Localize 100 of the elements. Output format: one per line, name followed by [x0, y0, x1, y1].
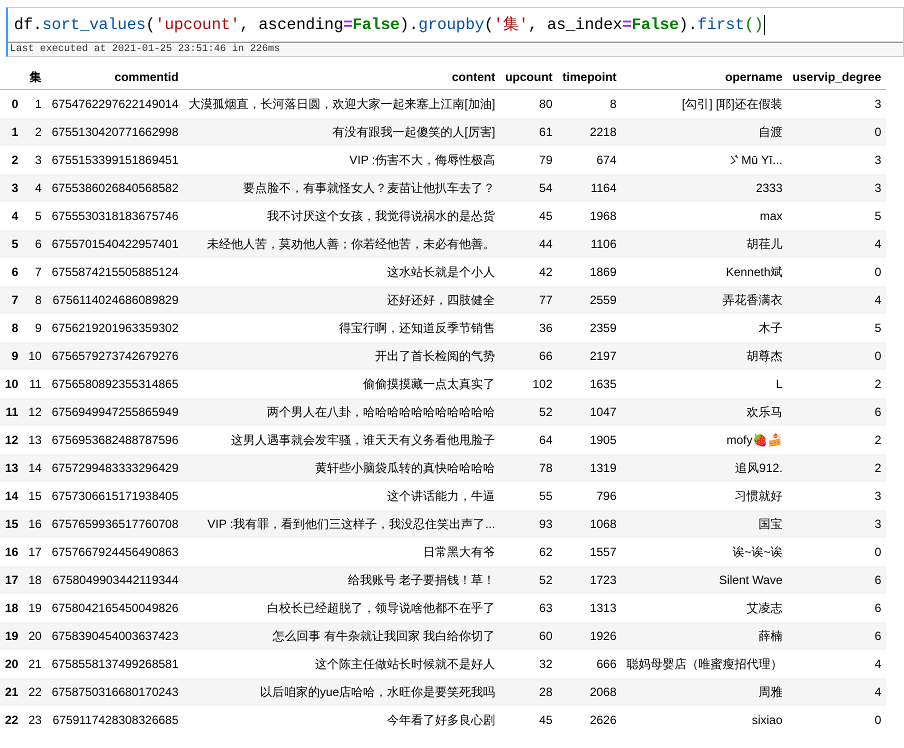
table-cell: 弄花香满衣: [622, 286, 788, 314]
code-token: sort_values: [42, 16, 146, 34]
table-cell: mofy🍓🍰: [622, 426, 788, 454]
table-cell: 3: [23, 146, 47, 174]
table-cell: 胡荏儿: [622, 230, 788, 258]
table-cell: 这男人遇事就会发牢骚，谁天天有义务看他甩脸子: [184, 426, 500, 454]
code-token: =: [343, 16, 352, 34]
table-cell: 2197: [558, 342, 622, 370]
table-cell: 45: [500, 706, 558, 734]
table-cell: 1905: [558, 426, 622, 454]
table-cell: 6755153399151869451: [46, 146, 184, 174]
execution-note: Last executed at 2021-01-25 23:51:46 in 226ms: [8, 42, 903, 56]
table-cell: 木子: [622, 314, 788, 342]
table-cell: 23: [23, 706, 47, 734]
table-cell: 796: [558, 482, 622, 510]
table-cell: 1926: [558, 622, 622, 650]
table-cell: 13: [23, 426, 47, 454]
code-token: first: [697, 16, 744, 34]
table-cell: 102: [500, 370, 558, 398]
table-cell: 6: [788, 566, 886, 594]
table-cell: 我不讨厌这个女孩，我觉得说祸水的是怂货: [184, 202, 500, 230]
row-index: 3: [0, 174, 24, 202]
table-cell: 两个男人在八卦，哈哈哈哈哈哈哈哈哈哈哈: [184, 398, 500, 426]
table-cell: 20: [23, 622, 47, 650]
table-cell: 3: [788, 90, 886, 118]
table-cell: 79: [500, 146, 558, 174]
table-cell: 3: [788, 174, 886, 202]
row-index: 13: [0, 454, 24, 482]
table-cell: 16: [23, 510, 47, 538]
table-cell: 6757659936517760708: [46, 510, 184, 538]
table-cell: 日常黑大有爷: [184, 538, 500, 566]
table-cell: 4: [788, 286, 886, 314]
code-token: df.: [14, 16, 42, 34]
table-cell: 52: [500, 566, 558, 594]
table-cell: 32: [500, 650, 558, 678]
code-token: '集': [494, 15, 528, 35]
table-cell: 11: [23, 370, 47, 398]
table-cell: 大漠孤烟直，长河落日圆，欢迎大家一起来塞上江南[加油]: [184, 90, 500, 118]
row-index: 1: [0, 118, 24, 146]
table-cell: 6757306615171938405: [46, 482, 184, 510]
table-cell: 给我账号 老子要捐钱！草！: [184, 566, 500, 594]
table-cell: 6: [788, 622, 886, 650]
table-cell: 9: [23, 314, 47, 342]
text-cursor: [764, 14, 766, 34]
table-cell: 10: [23, 342, 47, 370]
table-cell: 国宝: [622, 510, 788, 538]
table-cell: 42: [500, 258, 558, 286]
table-cell: 6758558137499268581: [46, 650, 184, 678]
table-cell: 还好还好，四肢健全: [184, 286, 500, 314]
table-cell: 怎么回事 有牛杂就让我回家 我白给你切了: [184, 622, 500, 650]
table-cell: 6758042165450049826: [46, 594, 184, 622]
table-cell: 4: [23, 174, 47, 202]
table-cell: 64: [500, 426, 558, 454]
table-cell: 674: [558, 146, 622, 174]
table-cell: 45: [500, 202, 558, 230]
table-cell: 7: [23, 258, 47, 286]
code-token: ).: [678, 16, 698, 34]
table-cell: 得宝行啊，还知道反季节销售: [184, 314, 500, 342]
table-cell: 6756219201963359302: [46, 314, 184, 342]
table-cell: 17: [23, 538, 47, 566]
row-index: 18: [0, 594, 24, 622]
table-cell: 6: [788, 398, 886, 426]
table-cell: 8: [23, 286, 47, 314]
table-cell: 62: [500, 538, 558, 566]
table-cell: 36: [500, 314, 558, 342]
table-cell: 2068: [558, 678, 622, 706]
row-index: 16: [0, 538, 24, 566]
table-cell: 0: [788, 342, 886, 370]
row-index: 10: [0, 370, 24, 398]
table-cell: 6755530318183675746: [46, 202, 184, 230]
table-cell: VIP :伤害不大，侮辱性极高: [184, 146, 500, 174]
table-cell: 2333: [622, 174, 788, 202]
code-token: , as_index: [528, 16, 622, 34]
row-index: 20: [0, 650, 24, 678]
table-cell: 666: [558, 650, 622, 678]
table-cell: 诶~诶~诶: [622, 538, 788, 566]
table-cell: 80: [500, 90, 558, 118]
code-cell[interactable]: df.sort_values('upcount', ascending=False).groupby('集', as_index=False).first() Last executed at 2021-01-25 23:51:46 in 226ms: [6, 7, 904, 57]
table-cell: Silent Wave: [622, 566, 788, 594]
table-cell: 这个陈主任做站长时候就不是好人: [184, 650, 500, 678]
table-cell: 6758750316680170243: [46, 678, 184, 706]
code-token: False: [352, 16, 400, 34]
table-cell: 6758390454003637423: [46, 622, 184, 650]
table-cell: 2626: [558, 706, 622, 734]
table-cell: 2: [788, 370, 886, 398]
row-index: 22: [0, 706, 24, 734]
table-cell: 3: [788, 510, 886, 538]
table-cell: 这水站长就是个小人: [184, 258, 500, 286]
table-cell: 1313: [558, 594, 622, 622]
table-cell: 6758049903442119344: [46, 566, 184, 594]
table-cell: 1968: [558, 202, 622, 230]
table-cell: 61: [500, 118, 558, 146]
table-cell: 66: [500, 342, 558, 370]
table-cell: VIP :我有罪，看到他们三这样子，我没忍住笑出声了...: [184, 510, 500, 538]
table-cell: 6: [788, 594, 886, 622]
table-cell: 55: [500, 482, 558, 510]
row-index: 9: [0, 342, 24, 370]
row-index: 5: [0, 230, 24, 258]
table-cell: max: [622, 202, 788, 230]
table-cell: 60: [500, 622, 558, 650]
